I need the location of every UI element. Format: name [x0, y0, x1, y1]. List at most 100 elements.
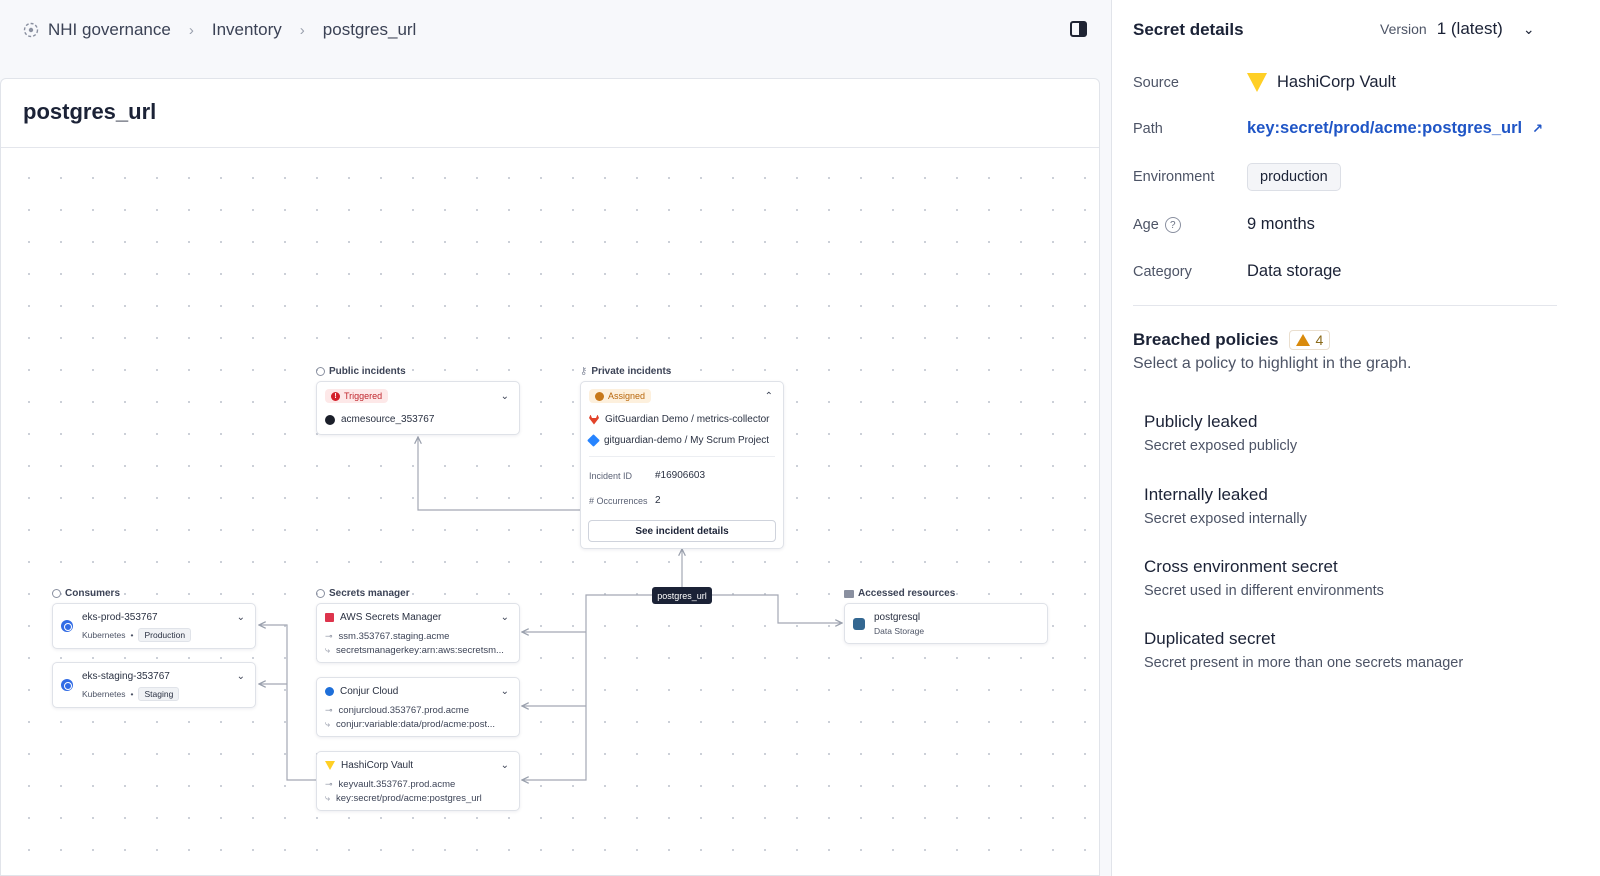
policy-name: Publicly leaked: [1144, 412, 1258, 431]
status-label: Assigned: [608, 391, 646, 401]
secrets-manager-node[interactable]: HashiCorp Vault ⌄ ⊸ keyvault.353767.prod.…: [316, 751, 520, 811]
key-icon: ⚷: [580, 366, 588, 377]
consumer-type: Kubernetes: [82, 630, 126, 640]
chevron-down-icon[interactable]: ⌄: [501, 760, 509, 771]
occurrences-label: # Occurrences: [589, 496, 648, 506]
resource-type: Data Storage: [874, 626, 925, 636]
policy-item[interactable]: Publicly leaked Secret exposed publicly: [1144, 412, 1297, 454]
aws-icon: [325, 613, 334, 622]
alert-icon: !: [331, 391, 340, 401]
chevron-down-icon[interactable]: ⌄: [237, 671, 245, 682]
main-area: NHI governance › Inventory › postgres_ur…: [0, 0, 1110, 876]
section-subtitle: Select a policy to highlight in the grap…: [1133, 355, 1412, 372]
secrets-manager-node[interactable]: Conjur Cloud ⌄ ⊸ conjurcloud.353767.prod.…: [316, 677, 520, 737]
age-value: 9 months: [1247, 215, 1315, 233]
policy-count-badge: 4: [1288, 330, 1331, 350]
manager-path: conjur:variable:data/prod/acme:post...: [336, 719, 495, 730]
divider: [589, 456, 775, 457]
hashicorp-vault-icon: [325, 761, 335, 770]
secrets-manager-node[interactable]: AWS Secrets Manager ⌄ ⊸ ssm.353767.stagin…: [316, 603, 520, 663]
see-incident-details-button[interactable]: See incident details: [588, 520, 776, 542]
graph-canvas[interactable]: [1, 148, 1099, 876]
consumers-icon: [52, 589, 61, 598]
nhi-governance-icon: [23, 22, 39, 38]
category-label: Category: [1133, 264, 1192, 280]
path-text: key:secret/prod/acme:postgres_url: [1247, 119, 1523, 137]
source-text: HashiCorp Vault: [1277, 73, 1396, 91]
consumer-node[interactable]: eks-prod-353767 Kubernetes • Production …: [52, 603, 256, 649]
public-incidents-icon: [316, 367, 325, 376]
public-incident-node[interactable]: ! Triggered ⌄ acmesource_353767: [316, 381, 520, 435]
manager-name: HashiCorp Vault: [341, 760, 414, 771]
breadcrumb-item-current: postgres_url: [323, 20, 417, 40]
secrets-manager-icon: [316, 589, 325, 598]
key-icon: ⊸: [325, 705, 333, 715]
path-link[interactable]: key:secret/prod/acme:postgres_url ↗: [1247, 119, 1543, 138]
gitlab-icon: [589, 414, 599, 425]
kubernetes-icon: [61, 620, 73, 632]
path-icon: ⤷: [325, 719, 331, 729]
path-icon: ⤷: [325, 793, 331, 803]
policy-description: Secret present in more than one secrets …: [1144, 655, 1464, 671]
accessed-resource-node[interactable]: postgresql Data Storage: [844, 603, 1048, 644]
breadcrumb: NHI governance › Inventory › postgres_ur…: [22, 18, 416, 42]
postgresql-icon: [853, 618, 865, 630]
manager-path: secretsmanagerkey:arn:aws:secretsm...: [336, 645, 504, 656]
user-icon: [595, 391, 604, 401]
consumer-node[interactable]: eks-staging-353767 Kubernetes • Staging …: [52, 662, 256, 708]
version-select[interactable]: Version 1 (latest) ⌄: [1380, 19, 1535, 39]
policy-item[interactable]: Duplicated secret Secret present in more…: [1144, 629, 1463, 671]
chevron-down-icon[interactable]: ⌄: [501, 612, 509, 623]
environment-value: production: [1247, 163, 1341, 191]
source-label: Source: [1133, 75, 1179, 91]
chevron-down-icon[interactable]: ⌄: [501, 686, 509, 697]
policy-description: Secret exposed internally: [1144, 511, 1307, 527]
help-icon[interactable]: ?: [1164, 217, 1181, 233]
separator-dot: •: [130, 689, 134, 699]
breadcrumb-item-inventory[interactable]: Inventory: [212, 20, 282, 40]
breadcrumb-label: Inventory: [211, 20, 282, 39]
path-icon: ⤷: [325, 645, 331, 655]
policy-item[interactable]: Cross environment secret Secret used in …: [1144, 557, 1384, 599]
private-incidents-label: ⚷ Private incidents: [580, 366, 671, 377]
status-badge: Assigned: [589, 389, 652, 403]
private-incident-node[interactable]: Assigned ⌃ GitGuardian Demo / metrics-co…: [580, 381, 784, 549]
incident-source: GitGuardian Demo / metrics-collector: [605, 414, 770, 425]
policy-name: Internally leaked: [1144, 485, 1268, 504]
hashicorp-vault-icon: [1247, 73, 1267, 92]
breached-policies-header: Breached policies 4: [1133, 330, 1331, 350]
manager-path: key:secret/prod/acme:postgres_url: [336, 793, 482, 804]
panel-toggle-icon[interactable]: [1070, 21, 1087, 37]
consumer-name: eks-prod-353767: [82, 612, 158, 623]
panel-title: Secret details: [1133, 20, 1244, 39]
age-label: Age ?: [1133, 217, 1181, 233]
group-label: Consumers: [65, 588, 121, 599]
policy-description: Secret exposed publicly: [1144, 438, 1298, 454]
external-link-icon: ↗: [1532, 120, 1544, 136]
group-label: Accessed resources: [858, 588, 956, 599]
center-secret-node[interactable]: postgres_url: [652, 587, 712, 604]
chevron-down-icon[interactable]: ⌄: [237, 612, 245, 623]
chevron-down-icon[interactable]: ⌄: [501, 391, 509, 402]
age-label-text: Age: [1133, 217, 1159, 233]
jira-icon: [587, 434, 600, 447]
policy-item[interactable]: Internally leaked Secret exposed interna…: [1144, 485, 1307, 527]
policy-count: 4: [1315, 332, 1324, 348]
breadcrumb-item-nhi-governance[interactable]: NHI governance: [22, 20, 171, 40]
consumer-name: eks-staging-353767: [82, 671, 170, 682]
status-label: Triggered: [344, 391, 383, 401]
group-label: Secrets manager: [329, 588, 410, 599]
incident-id-label: Incident ID: [589, 471, 633, 481]
secret-details-panel: Secret details Version 1 (latest) ⌄ Sour…: [1111, 0, 1600, 876]
group-label: Private incidents: [591, 366, 672, 377]
folder-icon: [844, 589, 854, 598]
version-label: Version: [1380, 21, 1427, 37]
chevron-up-icon[interactable]: ⌃: [765, 391, 773, 402]
occurrences-value: 2: [655, 495, 661, 506]
conjur-icon: [325, 687, 334, 696]
chevron-right-icon: ›: [299, 21, 305, 39]
divider: [1133, 305, 1557, 306]
github-icon: [325, 414, 335, 425]
source-value: HashiCorp Vault: [1247, 73, 1396, 92]
policy-name: Cross environment secret: [1144, 557, 1338, 576]
